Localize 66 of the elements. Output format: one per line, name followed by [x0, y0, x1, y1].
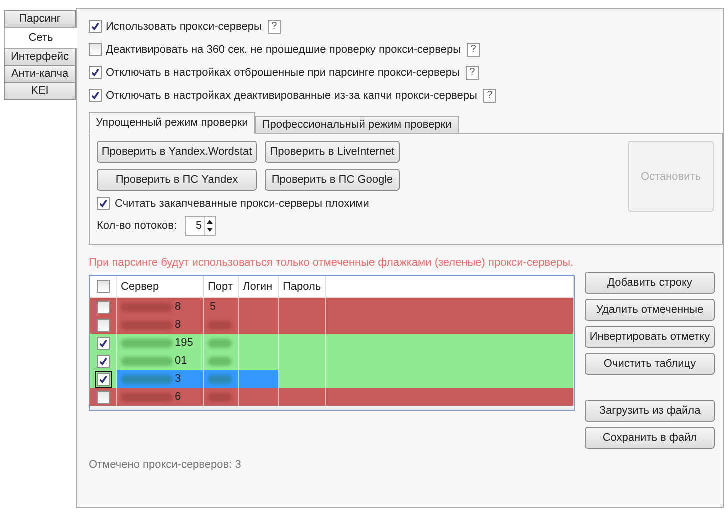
table-row[interactable]: 6 — [90, 388, 574, 406]
redacted-text — [208, 320, 232, 330]
help-button[interactable]: ? — [483, 88, 496, 102]
checkbox[interactable] — [97, 318, 110, 332]
table-action-button[interactable]: Добавить строку — [585, 272, 715, 294]
redacted-text — [121, 392, 173, 402]
option-label: Отключать в настройках деактивированные из-за капчи прокси-серверы — [106, 90, 478, 102]
help-button[interactable]: ? — [268, 20, 281, 34]
threads-spinner[interactable]: 5 — [185, 216, 216, 236]
redacted-text — [121, 320, 173, 330]
help-button[interactable]: ? — [466, 66, 479, 80]
check-button[interactable]: Проверить в ПС Yandex — [97, 169, 257, 191]
table-action-button[interactable]: Инвертировать отметку — [585, 326, 715, 348]
checkbox[interactable] — [97, 197, 110, 210]
file-button[interactable]: Загрузить из файла — [585, 400, 715, 422]
redacted-text — [208, 374, 232, 384]
status-text: Отмечено прокси-серверов: 3 — [89, 459, 242, 471]
check-button[interactable]: Проверить в Yandex.Wordstat — [97, 141, 257, 163]
table-cell: 01 — [175, 355, 188, 367]
checkbox[interactable] — [89, 66, 102, 79]
help-button[interactable]: ? — [467, 42, 480, 56]
option-label: Использовать прокси-серверы — [106, 20, 262, 32]
checkbox[interactable] — [97, 300, 110, 314]
table-action-button[interactable]: Очистить таблицу — [585, 353, 715, 375]
mode-tab[interactable]: Упрощенный режим проверки — [89, 112, 256, 134]
checkbox[interactable] — [97, 354, 110, 368]
option-label: Деактивировать на 360 сек. не прошедшие проверку прокси-серверы — [106, 44, 462, 56]
table-row[interactable]: 8 5 — [90, 298, 574, 316]
redacted-text — [208, 338, 232, 348]
threads-label: Кол-во потоков: — [97, 220, 178, 232]
table-cell: 195 — [175, 337, 194, 349]
checkbox[interactable] — [89, 89, 102, 102]
redacted-text — [121, 356, 173, 366]
spin-arrows-icon[interactable] — [204, 217, 216, 235]
checkbox[interactable] — [97, 336, 110, 350]
redacted-text — [121, 338, 173, 348]
side-tab[interactable]: Сеть — [4, 27, 77, 49]
table-cell: 6 — [175, 391, 182, 403]
side-tab[interactable]: Парсинг — [4, 10, 76, 28]
table-cell: 8 — [175, 301, 182, 313]
redacted-text — [208, 356, 232, 366]
table-row[interactable]: 01 — [90, 352, 574, 370]
table-row[interactable]: 195 — [90, 334, 574, 352]
redacted-text — [208, 392, 232, 402]
notice-text: При парсинге будут использоваться только отмеченные флажками (зеленые) прокси-серверы. — [89, 257, 575, 271]
redacted-text — [121, 302, 173, 312]
side-tab[interactable]: Анти-капча — [4, 65, 76, 83]
checkbox[interactable] — [97, 372, 110, 386]
file-button[interactable]: Сохранить в файл — [585, 427, 715, 449]
table-row[interactable]: 3 — [90, 370, 574, 388]
option-label: Отключать в настройках отброшенные при парсинге прокси-серверы — [106, 66, 460, 78]
side-tab[interactable]: KEI — [4, 82, 76, 100]
checkbox[interactable] — [89, 43, 102, 56]
redacted-text — [121, 374, 173, 384]
option-label: Считать закапчеванные прокси-серверы плохими — [115, 198, 370, 210]
table-cell: 8 — [175, 319, 182, 331]
table-cell: 5 — [210, 301, 216, 313]
checkbox[interactable] — [97, 280, 110, 293]
table-row[interactable]: 8 — [90, 316, 574, 334]
table-action-button[interactable]: Удалить отмеченные — [585, 299, 715, 321]
check-button[interactable]: Проверить в ПС Google — [265, 169, 400, 191]
checkbox[interactable] — [97, 390, 110, 404]
checkbox[interactable] — [89, 20, 102, 33]
mode-tab[interactable]: Профессиональный режим проверки — [255, 116, 459, 134]
check-button[interactable]: Проверить в LiveInternet — [265, 141, 400, 163]
table-cell: 3 — [175, 373, 182, 385]
